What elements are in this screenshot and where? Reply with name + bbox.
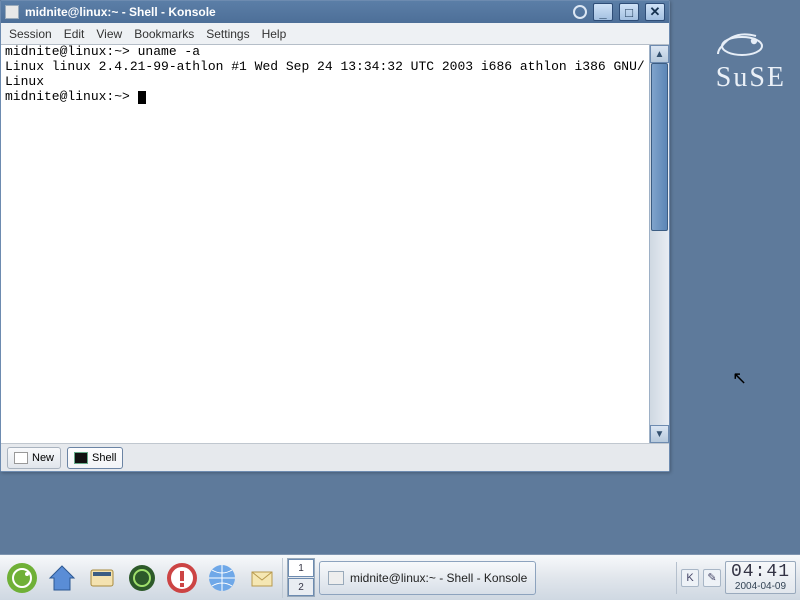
close-button[interactable]: ✕ (645, 3, 665, 21)
prompt-1: midnite@linux:~> (5, 45, 138, 59)
new-session-button[interactable]: New (7, 447, 61, 469)
help-button[interactable] (164, 559, 200, 597)
quicklaunch (4, 558, 283, 598)
scroll-track[interactable] (650, 63, 669, 425)
menu-help[interactable]: Help (262, 27, 287, 41)
klipper-icon[interactable]: K (681, 569, 699, 587)
clock[interactable]: 04:41 2004-04-09 (725, 561, 796, 594)
scrollbar[interactable]: ▲ ▼ (649, 45, 669, 443)
menu-settings[interactable]: Settings (206, 27, 249, 41)
systray: K ✎ 04:41 2004-04-09 (676, 561, 796, 594)
home-button[interactable] (44, 559, 80, 597)
window-icon (5, 5, 19, 19)
window-title: midnite@linux:~ - Shell - Konsole (23, 5, 567, 19)
minimize-button[interactable]: _ (593, 3, 613, 21)
menubar: Session Edit View Bookmarks Settings Hel… (1, 23, 669, 45)
taskbar: 1 2 midnite@linux:~ - Shell - Konsole K … (0, 554, 800, 600)
prompt-2: midnite@linux:~> (5, 89, 138, 104)
pager: 1 2 (287, 558, 315, 597)
workspace-2[interactable]: 2 (288, 578, 314, 596)
konsole-window: midnite@linux:~ - Shell - Konsole _ □ ✕ … (0, 0, 670, 472)
mouse-cursor: ↖ (732, 368, 747, 389)
page-icon (14, 452, 28, 464)
clock-date: 2004-04-09 (731, 582, 790, 592)
shell-launcher[interactable] (84, 559, 120, 597)
titlebar[interactable]: midnite@linux:~ - Shell - Konsole _ □ ✕ (1, 1, 669, 23)
scroll-up-icon[interactable]: ▲ (650, 45, 669, 63)
suse-decor-icon (571, 3, 589, 21)
shell-icon (74, 452, 88, 464)
suse-logo: SuSE (716, 24, 786, 94)
menu-edit[interactable]: Edit (64, 27, 85, 41)
terminal[interactable]: midnite@linux:~> uname -a Linux linux 2.… (1, 45, 649, 443)
tray-icon-2[interactable]: ✎ (703, 569, 721, 587)
mail-launcher[interactable] (244, 559, 280, 597)
tabbar: New Shell (1, 443, 669, 471)
text-cursor (138, 91, 146, 104)
workspace-1[interactable]: 1 (288, 559, 314, 577)
scroll-down-icon[interactable]: ▼ (650, 425, 669, 443)
task-konsole[interactable]: midnite@linux:~ - Shell - Konsole (319, 561, 536, 595)
suse-launcher[interactable] (124, 559, 160, 597)
clock-time: 04:41 (731, 563, 790, 581)
command-text: uname -a (138, 45, 200, 59)
new-label: New (32, 452, 54, 464)
maximize-button[interactable]: □ (619, 3, 639, 21)
browser-launcher[interactable] (204, 559, 240, 597)
suse-text: SuSE (716, 62, 786, 94)
task-icon (328, 571, 344, 585)
output-line: Linux linux 2.4.21-99-athlon #1 Wed Sep … (5, 59, 645, 89)
menu-view[interactable]: View (96, 27, 122, 41)
tab-shell[interactable]: Shell (67, 447, 123, 469)
shell-label: Shell (92, 452, 116, 464)
kmenu-button[interactable] (4, 559, 40, 597)
task-label: midnite@linux:~ - Shell - Konsole (350, 571, 527, 585)
scroll-thumb[interactable] (651, 63, 668, 231)
menu-session[interactable]: Session (9, 27, 52, 41)
menu-bookmarks[interactable]: Bookmarks (134, 27, 194, 41)
